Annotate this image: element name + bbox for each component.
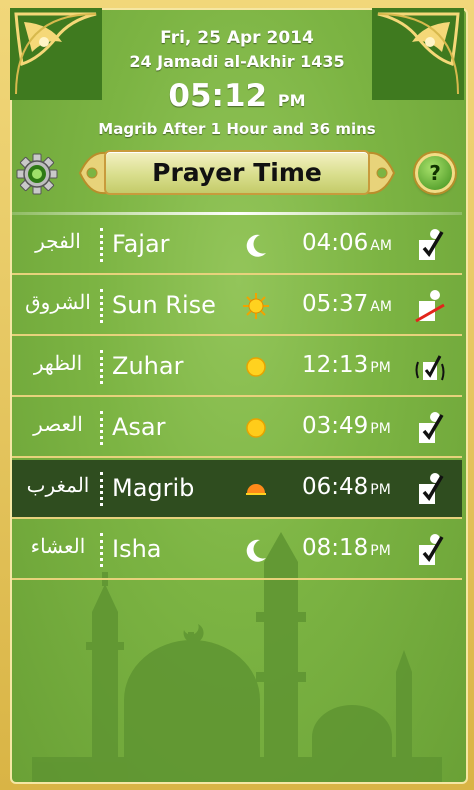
alarm-on-icon[interactable] [414,409,446,447]
current-time: 05:12 PM [0,78,474,114]
prayer-arabic-name: العصر [33,412,83,436]
prayer-time-ampm: PM [370,360,391,376]
prayer-time: 05:37 AM [302,291,392,317]
dotted-separator [100,289,103,323]
help-button[interactable]: ? [415,153,455,193]
prayer-time-ampm: AM [370,238,392,254]
sun-rays-icon [243,293,269,319]
dotted-separator [100,533,103,567]
alarm-sound-icon[interactable] [414,348,446,386]
prayer-time-value: 06:48 [302,474,369,500]
prayer-time-value: 04:06 [302,230,369,256]
prayer-name: Zuhar [112,352,184,380]
current-time-ampm: PM [277,91,306,110]
dotted-separator [100,411,103,445]
prayer-row-fajar[interactable]: الفجر Fajar 04:06 AM [12,216,462,275]
page-title: Prayer Time [104,150,370,195]
crescent-moon-icon [246,234,266,257]
prayer-time-ampm: AM [370,299,392,315]
prayer-row-isha[interactable]: العشاء Isha 08:18 PM [12,521,462,580]
sun-icon [246,418,266,438]
alarm-on-icon[interactable] [414,470,446,508]
prayer-time-ampm: PM [370,421,391,437]
prayer-arabic-name: الشروق [25,290,91,314]
alarm-on-icon[interactable] [414,226,446,264]
prayer-name: Magrib [112,474,195,502]
dotted-separator [100,228,103,262]
divider [12,212,462,215]
prayer-row-sunrise[interactable]: الشروق Sun Rise 05:37 AM [12,277,462,336]
prayer-arabic-name: الفجر [35,229,81,253]
prayer-time: 06:48 PM [302,474,391,500]
prayer-name: Isha [112,535,162,563]
prayer-list: الفجر Fajar 04:06 AM الشروق Sun Rise 05:3… [12,216,462,582]
alarm-on-icon[interactable] [414,531,446,569]
next-prayer-info: Magrib After 1 Hour and 36 mins [98,120,376,138]
current-time-value: 05:12 [168,78,268,114]
prayer-time-value: 12:13 [302,352,369,378]
prayer-name: Asar [112,413,166,441]
prayer-name: Fajar [112,230,170,258]
dotted-separator [100,350,103,384]
prayer-time: 03:49 PM [302,413,391,439]
sunset-icon [246,484,266,495]
alarm-off-icon[interactable] [414,287,446,325]
prayer-arabic-name: العشاء [30,534,86,558]
prayer-name: Sun Rise [112,291,216,319]
prayer-arabic-name: الظهر [33,351,83,375]
prayer-time-value: 05:37 [302,291,369,317]
dotted-separator [100,472,103,506]
prayer-row-magrib[interactable]: المغرب Magrib 06:48 PM [12,460,462,519]
prayer-time: 08:18 PM [302,535,391,561]
crescent-moon-icon [246,539,266,562]
prayer-row-zuhar[interactable]: الظهر Zuhar 12:13 PM [12,338,462,397]
help-label: ? [429,161,441,185]
prayer-time-ampm: PM [370,482,391,498]
prayer-time-ampm: PM [370,543,391,559]
prayer-row-asar[interactable]: العصر Asar 03:49 PM [12,399,462,458]
prayer-time-value: 03:49 [302,413,369,439]
prayer-time: 12:13 PM [302,352,391,378]
sun-icon [246,357,266,377]
gregorian-date: Fri, 25 Apr 2014 [160,28,314,48]
prayer-time: 04:06 AM [302,230,392,256]
prayer-time-value: 08:18 [302,535,369,561]
gear-icon[interactable] [16,153,58,195]
hijri-date: 24 Jamadi al-Akhir 1435 [129,52,345,71]
prayer-arabic-name: المغرب [26,473,90,497]
